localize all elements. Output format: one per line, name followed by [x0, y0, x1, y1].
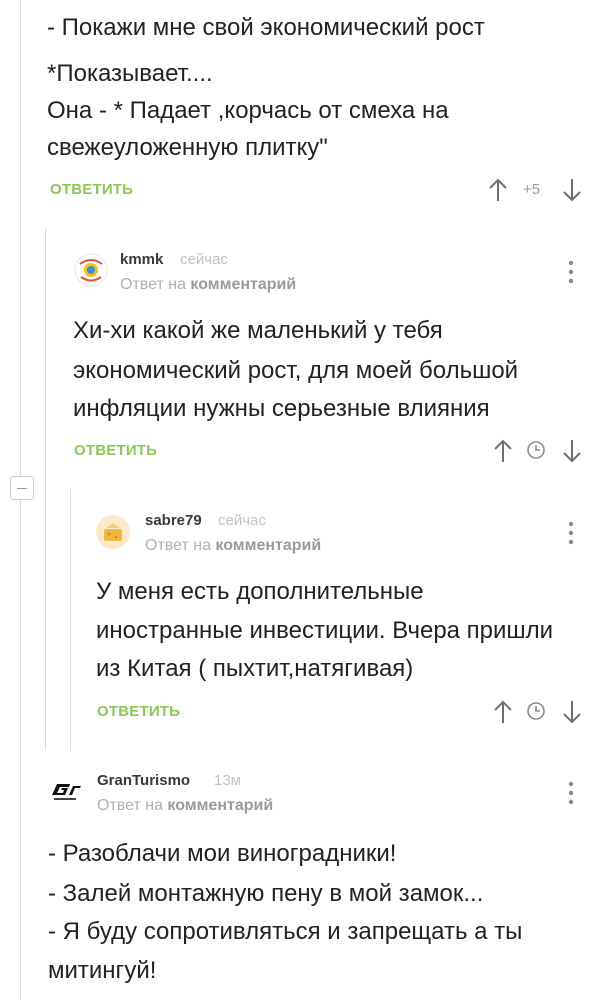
comment-1-line-3: инфляции нужны серьезные влияния: [73, 395, 490, 422]
comment-1-line-2: экономический рост, для моей большой: [73, 357, 519, 384]
reply-button[interactable]: ОТВЕТИТЬ: [97, 703, 180, 720]
thread-line-level1: [20, 0, 21, 1000]
reply-button[interactable]: ОТВЕТИТЬ: [74, 442, 157, 459]
clock-icon: [527, 702, 545, 720]
arrow-down-icon[interactable]: [561, 698, 583, 726]
comment-3-line-3: - Я буду сопротивляться и запрещать а ты: [48, 918, 523, 945]
reply-to-link[interactable]: комментарий: [167, 797, 273, 814]
comment-0-line-4: свежеуложенную плитку": [47, 134, 328, 161]
reply-to-link[interactable]: комментарий: [190, 276, 296, 293]
avatar-image: [74, 253, 108, 287]
more-vertical-icon[interactable]: [566, 519, 576, 547]
arrow-down-icon[interactable]: [561, 437, 583, 465]
comment-0-line-1: - Покажи мне свой экономический рост: [47, 14, 485, 41]
comment-2-line-3: из Китая ( пыхтит,натягивая): [96, 655, 414, 682]
comment-3-line-1: - Разоблачи мои виноградники!: [48, 840, 397, 867]
comment-1-line-1: Хи-хи какой же маленький у тебя: [73, 317, 443, 344]
collapse-thread-button[interactable]: [10, 476, 34, 500]
arrow-up-icon[interactable]: [492, 698, 514, 726]
comment-2-line-1: У меня есть дополнительные: [96, 578, 424, 605]
reply-to-link[interactable]: комментарий: [215, 537, 321, 554]
avatar-image: [96, 515, 130, 549]
avatar[interactable]: [48, 775, 84, 809]
clock-icon: [527, 441, 545, 459]
comment-3-line-4: митингуй!: [48, 957, 157, 984]
thread-line-level3: [70, 490, 71, 750]
reply-to-line: Ответ на комментарий: [145, 537, 321, 555]
more-vertical-icon[interactable]: [566, 258, 576, 286]
comment-0-line-2: *Показывает....: [47, 60, 213, 87]
comment-0-line-3: Она - * Падает ,корчась от смеха на: [47, 97, 449, 124]
comment-time: сейчас: [180, 251, 228, 268]
avatar[interactable]: [74, 253, 108, 287]
comment-author[interactable]: kmmk: [120, 251, 163, 268]
comment-time: 13м: [214, 772, 241, 789]
arrow-down-icon[interactable]: [561, 176, 583, 204]
arrow-up-icon[interactable]: [492, 437, 514, 465]
comment-author[interactable]: sabre79: [145, 512, 202, 529]
reply-to-line: Ответ на комментарий: [97, 797, 273, 815]
comment-3-line-2: - Залей монтажную пену в мой замок...: [48, 880, 484, 907]
comment-2-line-2: иностранные инвестиции. Вчера пришли: [96, 617, 554, 644]
reply-to-prefix: Ответ на: [97, 797, 163, 814]
avatar[interactable]: [96, 515, 130, 549]
arrow-up-icon[interactable]: [487, 176, 509, 204]
reply-to-prefix: Ответ на: [120, 276, 186, 293]
reply-to-prefix: Ответ на: [145, 537, 211, 554]
comment-time: сейчас: [218, 512, 266, 529]
more-vertical-icon[interactable]: [566, 779, 576, 807]
reply-to-line: Ответ на комментарий: [120, 276, 296, 294]
comment-rating: +5: [523, 181, 541, 198]
reply-button[interactable]: ОТВЕТИТЬ: [50, 181, 133, 198]
avatar-image: [52, 784, 81, 800]
comment-author[interactable]: GranTurismo: [97, 772, 190, 789]
thread-line-level2: [45, 228, 46, 750]
